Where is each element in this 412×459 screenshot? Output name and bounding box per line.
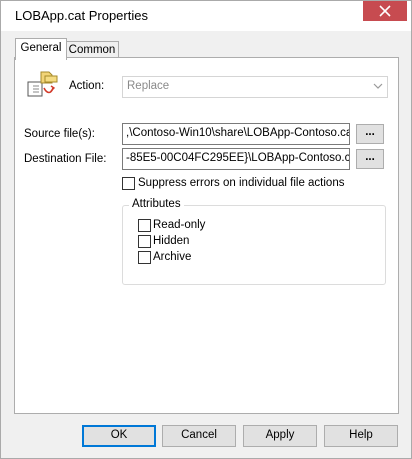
- tab-general-label: General: [20, 42, 62, 54]
- hidden-checkbox[interactable]: [138, 235, 151, 248]
- read-only-label: Read-only: [153, 219, 206, 231]
- action-select-value: Replace: [127, 80, 170, 92]
- destination-input[interactable]: -85E5-00C04FC295EE}\LOBApp-Contoso.cat: [122, 148, 350, 170]
- suppress-errors-checkbox[interactable]: [122, 177, 135, 190]
- source-input[interactable]: ,\Contoso-Win10\share\LOBApp-Contoso.cat: [122, 123, 350, 145]
- file-copy-icon: [27, 71, 58, 97]
- action-label: Action:: [69, 80, 105, 92]
- tab-general[interactable]: General: [15, 38, 67, 60]
- source-input-value: ,\Contoso-Win10\share\LOBApp-Contoso.cat: [126, 127, 350, 139]
- action-select[interactable]: Replace: [122, 76, 388, 98]
- browse-destination-button[interactable]: ...: [356, 149, 384, 169]
- read-only-checkbox[interactable]: [138, 219, 151, 232]
- cancel-button[interactable]: Cancel: [162, 425, 236, 447]
- archive-checkbox[interactable]: [138, 251, 151, 264]
- title-bar: LOBApp.cat Properties: [1, 1, 411, 31]
- archive-label: Archive: [153, 251, 192, 263]
- suppress-errors-label: Suppress errors on individual file actio…: [138, 177, 345, 189]
- source-label: Source file(s):: [24, 128, 95, 140]
- destination-label: Destination File:: [24, 153, 107, 165]
- tab-common-label: Common: [68, 44, 116, 56]
- chevron-down-icon: [373, 83, 383, 89]
- attributes-title: Attributes: [129, 198, 184, 210]
- window-title: LOBApp.cat Properties: [15, 8, 148, 23]
- close-button[interactable]: [363, 1, 407, 21]
- help-button[interactable]: Help: [324, 425, 398, 447]
- browse-source-button[interactable]: ...: [356, 124, 384, 144]
- hidden-label: Hidden: [153, 235, 190, 247]
- destination-input-value: -85E5-00C04FC295EE}\LOBApp-Contoso.cat: [126, 152, 350, 164]
- close-icon: [379, 5, 391, 17]
- ok-button[interactable]: OK: [82, 425, 156, 447]
- apply-button[interactable]: Apply: [243, 425, 317, 447]
